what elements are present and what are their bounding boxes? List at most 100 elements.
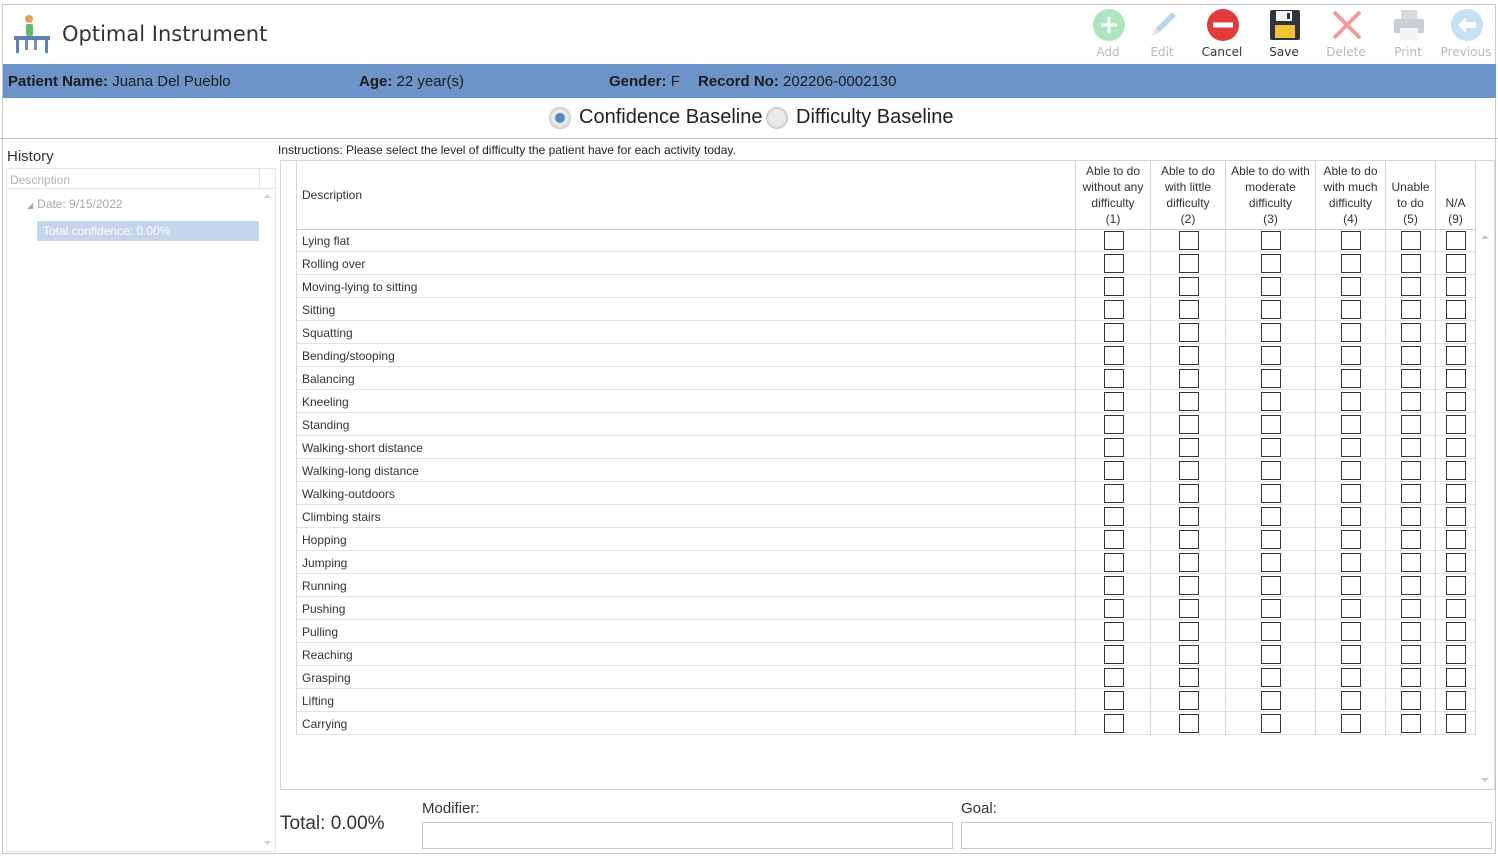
- delete-button[interactable]: Delete: [1318, 6, 1374, 62]
- level-2-checkbox[interactable]: [1179, 599, 1199, 618]
- level-3-checkbox[interactable]: [1261, 346, 1281, 365]
- level-4-checkbox[interactable]: [1341, 438, 1361, 457]
- level-5-checkbox[interactable]: [1401, 507, 1421, 526]
- level-2-checkbox[interactable]: [1179, 323, 1199, 342]
- level-5-checkbox[interactable]: [1401, 553, 1421, 572]
- level-1-checkbox[interactable]: [1104, 530, 1124, 549]
- level-6-checkbox[interactable]: [1446, 622, 1466, 641]
- level-2-checkbox[interactable]: [1179, 346, 1199, 365]
- previous-button[interactable]: Previous: [1438, 6, 1494, 62]
- level-2-checkbox[interactable]: [1179, 645, 1199, 664]
- level-5-checkbox[interactable]: [1401, 461, 1421, 480]
- grid-scrollbar[interactable]: [1477, 229, 1493, 788]
- level-5-checkbox[interactable]: [1401, 300, 1421, 319]
- level-5-checkbox[interactable]: [1401, 369, 1421, 388]
- level-6-checkbox[interactable]: [1446, 599, 1466, 618]
- level-3-checkbox[interactable]: [1261, 438, 1281, 457]
- level-2-checkbox[interactable]: [1179, 392, 1199, 411]
- level-5-checkbox[interactable]: [1401, 691, 1421, 710]
- level-3-checkbox[interactable]: [1261, 231, 1281, 250]
- level-1-checkbox[interactable]: [1104, 461, 1124, 480]
- level-5-checkbox[interactable]: [1401, 438, 1421, 457]
- level-5-checkbox[interactable]: [1401, 576, 1421, 595]
- level-1-checkbox[interactable]: [1104, 714, 1124, 733]
- level-3-checkbox[interactable]: [1261, 323, 1281, 342]
- level-3-checkbox[interactable]: [1261, 622, 1281, 641]
- level-3-checkbox[interactable]: [1261, 691, 1281, 710]
- level-6-checkbox[interactable]: [1446, 484, 1466, 503]
- level-1-checkbox[interactable]: [1104, 277, 1124, 296]
- level-4-checkbox[interactable]: [1341, 461, 1361, 480]
- level-4-checkbox[interactable]: [1341, 300, 1361, 319]
- goal-input[interactable]: [961, 822, 1492, 849]
- level-1-checkbox[interactable]: [1104, 346, 1124, 365]
- level-4-checkbox[interactable]: [1341, 553, 1361, 572]
- level-5-checkbox[interactable]: [1401, 323, 1421, 342]
- level-2-checkbox[interactable]: [1179, 369, 1199, 388]
- level-5-checkbox[interactable]: [1401, 346, 1421, 365]
- level-4-checkbox[interactable]: [1341, 392, 1361, 411]
- level-2-checkbox[interactable]: [1179, 691, 1199, 710]
- level-1-checkbox[interactable]: [1104, 507, 1124, 526]
- level-6-checkbox[interactable]: [1446, 369, 1466, 388]
- level-1-checkbox[interactable]: [1104, 438, 1124, 457]
- level-6-checkbox[interactable]: [1446, 323, 1466, 342]
- level-4-checkbox[interactable]: [1341, 714, 1361, 733]
- level-6-checkbox[interactable]: [1446, 714, 1466, 733]
- history-scrollbar[interactable]: [260, 189, 275, 851]
- level-4-checkbox[interactable]: [1341, 576, 1361, 595]
- level-5-checkbox[interactable]: [1401, 484, 1421, 503]
- level-5-checkbox[interactable]: [1401, 622, 1421, 641]
- level-5-checkbox[interactable]: [1401, 415, 1421, 434]
- level-3-checkbox[interactable]: [1261, 254, 1281, 273]
- level-5-checkbox[interactable]: [1401, 277, 1421, 296]
- level-1-checkbox[interactable]: [1104, 599, 1124, 618]
- level-2-checkbox[interactable]: [1179, 553, 1199, 572]
- level-3-checkbox[interactable]: [1261, 300, 1281, 319]
- add-button[interactable]: Add: [1080, 6, 1136, 62]
- history-column-header[interactable]: Description: [7, 169, 259, 189]
- level-4-checkbox[interactable]: [1341, 645, 1361, 664]
- level-6-checkbox[interactable]: [1446, 254, 1466, 273]
- level-6-checkbox[interactable]: [1446, 553, 1466, 572]
- level-6-checkbox[interactable]: [1446, 530, 1466, 549]
- level-1-checkbox[interactable]: [1104, 323, 1124, 342]
- level-6-checkbox[interactable]: [1446, 691, 1466, 710]
- level-6-checkbox[interactable]: [1446, 645, 1466, 664]
- level-4-checkbox[interactable]: [1341, 415, 1361, 434]
- level-6-checkbox[interactable]: [1446, 346, 1466, 365]
- level-2-checkbox[interactable]: [1179, 461, 1199, 480]
- level-4-checkbox[interactable]: [1341, 668, 1361, 687]
- level-3-checkbox[interactable]: [1261, 599, 1281, 618]
- cancel-button[interactable]: Cancel: [1194, 6, 1250, 62]
- level-5-checkbox[interactable]: [1401, 231, 1421, 250]
- level-2-checkbox[interactable]: [1179, 415, 1199, 434]
- level-1-checkbox[interactable]: [1104, 300, 1124, 319]
- level-6-checkbox[interactable]: [1446, 415, 1466, 434]
- level-1-checkbox[interactable]: [1104, 622, 1124, 641]
- level-5-checkbox[interactable]: [1401, 392, 1421, 411]
- level-5-checkbox[interactable]: [1401, 599, 1421, 618]
- print-button[interactable]: Print: [1380, 6, 1436, 62]
- edit-button[interactable]: Edit: [1134, 6, 1190, 62]
- level-4-checkbox[interactable]: [1341, 691, 1361, 710]
- level-2-checkbox[interactable]: [1179, 300, 1199, 319]
- level-2-checkbox[interactable]: [1179, 277, 1199, 296]
- level-3-checkbox[interactable]: [1261, 553, 1281, 572]
- level-2-checkbox[interactable]: [1179, 438, 1199, 457]
- level-1-checkbox[interactable]: [1104, 484, 1124, 503]
- level-6-checkbox[interactable]: [1446, 300, 1466, 319]
- level-3-checkbox[interactable]: [1261, 530, 1281, 549]
- modifier-input[interactable]: [422, 822, 953, 849]
- level-5-checkbox[interactable]: [1401, 668, 1421, 687]
- level-6-checkbox[interactable]: [1446, 438, 1466, 457]
- level-1-checkbox[interactable]: [1104, 369, 1124, 388]
- level-4-checkbox[interactable]: [1341, 369, 1361, 388]
- history-date-node[interactable]: ◢ Date: 9/15/2022: [27, 197, 123, 211]
- level-6-checkbox[interactable]: [1446, 668, 1466, 687]
- level-6-checkbox[interactable]: [1446, 392, 1466, 411]
- level-1-checkbox[interactable]: [1104, 392, 1124, 411]
- level-3-checkbox[interactable]: [1261, 714, 1281, 733]
- level-1-checkbox[interactable]: [1104, 645, 1124, 664]
- level-1-checkbox[interactable]: [1104, 691, 1124, 710]
